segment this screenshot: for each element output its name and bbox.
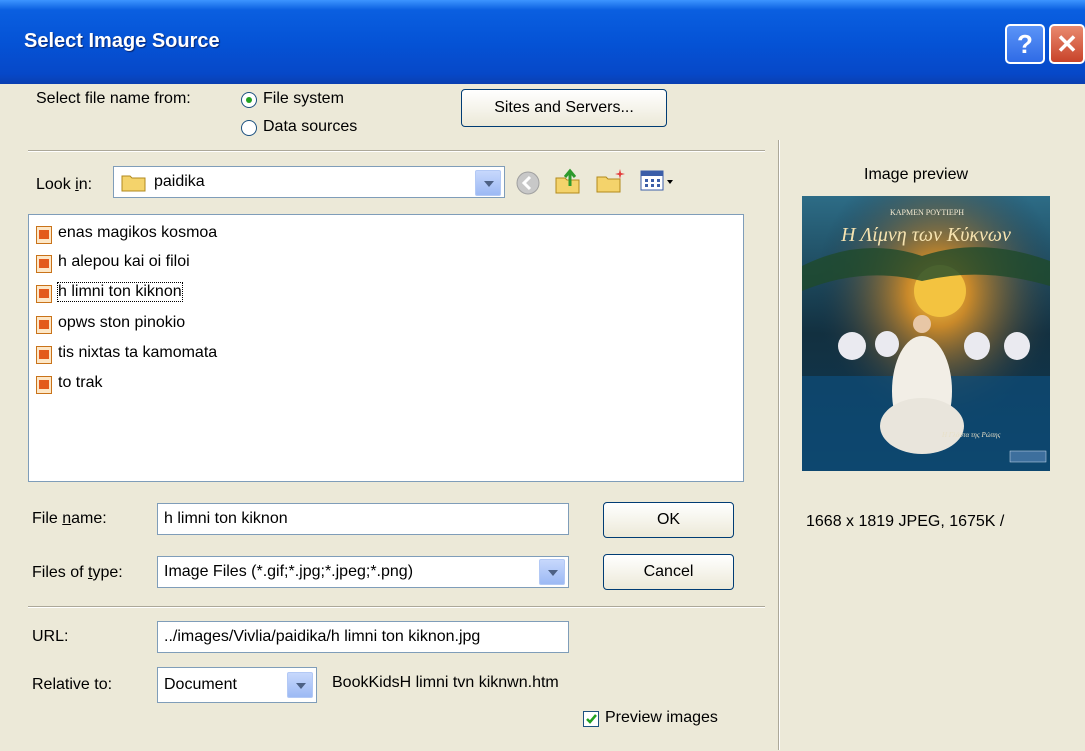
file-name: enas magikos kosmoa	[58, 224, 218, 241]
file-name: h alepou kai oi filoi	[58, 253, 190, 270]
preview-images-checkbox[interactable]	[583, 711, 599, 727]
close-button[interactable]: ✕	[1049, 24, 1085, 64]
file-name: opws ston pinokio	[58, 314, 186, 331]
ok-button[interactable]: OK	[603, 502, 734, 538]
new-folder-icon[interactable]	[595, 166, 627, 196]
files-of-type-label: Files of type:	[32, 564, 123, 581]
cancel-button[interactable]: Cancel	[603, 554, 734, 590]
cover-author: ΚΑΡΜΕΝ ΡΟΥΤΙΕΡΗ	[889, 208, 965, 217]
image-file-icon	[36, 226, 52, 244]
file-type-select[interactable]: Image Files (*.gif;*.jpg;*.jpeg;*.png)	[157, 556, 569, 588]
separator-bottom	[28, 606, 765, 608]
help-button[interactable]: ?	[1005, 24, 1045, 64]
radio-data-sources-label[interactable]: Data sources	[263, 118, 357, 136]
radio-file-system-label[interactable]: File system	[263, 90, 344, 108]
source-label: Select file name from:	[36, 90, 191, 107]
separator-top	[28, 150, 765, 152]
radio-file-system[interactable]	[241, 92, 257, 108]
relative-to-dropdown-arrow[interactable]	[287, 672, 313, 698]
preview-images-label[interactable]: Preview images	[605, 709, 718, 727]
image-file-icon	[36, 376, 52, 394]
look-in-dropdown-arrow[interactable]	[475, 170, 501, 196]
relative-document-name: BookKidsH limni tvn kiknwn.htm	[332, 674, 559, 691]
image-file-icon	[36, 346, 52, 364]
image-file-icon	[36, 316, 52, 334]
folder-icon	[121, 175, 146, 192]
look-in-accel: i	[75, 176, 79, 193]
url-label: URL:	[32, 628, 69, 645]
relative-to-label: Relative to:	[32, 676, 113, 693]
url-input[interactable]: ../images/Vivlia/paidika/h limni ton kik…	[157, 621, 569, 653]
file-name-label: File name:	[32, 510, 107, 527]
image-info: 1668 x 1819 JPEG, 1675K /	[806, 513, 1005, 530]
file-name: to trak	[58, 374, 103, 391]
separator-vertical	[778, 140, 780, 750]
sites-and-servers-button[interactable]: Sites and Servers...	[461, 89, 667, 127]
view-menu-icon[interactable]	[639, 168, 679, 194]
cover-footer: Η Γλάστα της Ρώπης	[942, 431, 1001, 439]
image-file-icon	[36, 285, 52, 303]
radio-data-sources[interactable]	[241, 120, 257, 136]
file-name: tis nixtas ta kamomata	[58, 344, 218, 361]
look-in-value: paidika	[154, 173, 205, 190]
image-preview: ΚΑΡΜΕΝ ΡΟΥΤΙΕΡΗ Η Λίμνη των Κύκνων Η Γλά…	[802, 196, 1050, 471]
look-in-label: Look in:	[36, 176, 93, 193]
back-icon[interactable]	[515, 170, 541, 196]
image-preview-heading: Image preview	[864, 166, 969, 183]
image-file-icon	[36, 255, 52, 273]
check-icon	[586, 714, 597, 724]
window-title: Select Image Source	[24, 30, 220, 52]
up-folder-icon[interactable]	[553, 166, 583, 196]
cover-title: Η Λίμνη των Κύκνων	[841, 224, 1011, 246]
file-name-input[interactable]: h limni ton kiknon	[157, 503, 569, 535]
file-name: h limni ton kiknon	[57, 282, 183, 302]
file-type-dropdown-arrow[interactable]	[539, 559, 565, 585]
